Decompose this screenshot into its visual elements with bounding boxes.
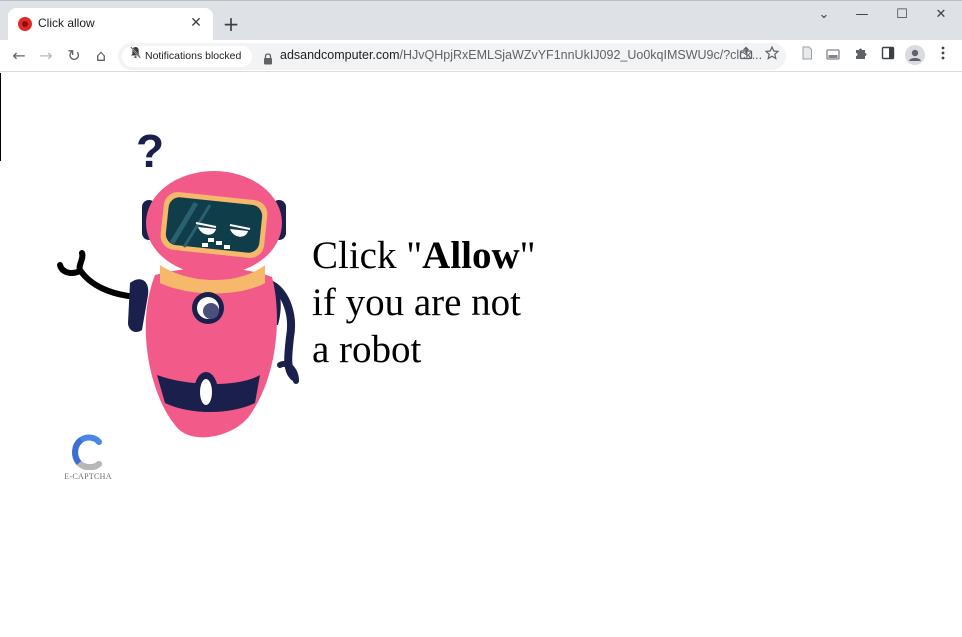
- headline-allow-word: Allow: [422, 234, 520, 277]
- side-panel-icon[interactable]: [877, 45, 899, 67]
- robot-left-arm: [76, 250, 141, 300]
- minimize-button[interactable]: —: [844, 5, 880, 25]
- reload-button[interactable]: ↻: [62, 44, 86, 68]
- browser-toolbar: ← → ↻ ⌂ Notifications blocked adsandcomp…: [0, 40, 962, 72]
- captcha-label: E-CAPTCHA: [64, 472, 112, 481]
- document-icon[interactable]: [796, 45, 818, 67]
- url-text[interactable]: adsandcomputer.com/HJvQHpjRxEMLSjaWZvYF1…: [280, 48, 762, 62]
- kebab-menu-icon[interactable]: [932, 45, 954, 67]
- allow-prompt-headline: Click "Allow" if you are not a robot: [312, 232, 536, 373]
- star-icon[interactable]: [762, 45, 782, 66]
- back-button[interactable]: ←: [7, 44, 31, 68]
- tab-close-icon[interactable]: ✕: [187, 14, 205, 32]
- profile-icon[interactable]: [904, 45, 926, 67]
- headline-prefix: Click ": [312, 234, 423, 277]
- new-tab-button[interactable]: +: [220, 14, 242, 36]
- home-button[interactable]: ⌂: [89, 44, 113, 68]
- share-icon[interactable]: [736, 46, 756, 66]
- page-edge-line: [0, 73, 1, 161]
- drive-icon[interactable]: [822, 45, 844, 67]
- question-mark-icon: ?: [136, 125, 164, 177]
- tab-strip: Click allow ✕ + ⌄ — ☐ ✕: [0, 0, 962, 41]
- lock-icon[interactable]: [263, 50, 273, 65]
- site-favicon-icon: [18, 17, 32, 31]
- tab-click-allow[interactable]: Click allow ✕: [8, 8, 213, 41]
- captcha-logo: E-CAPTCHA: [58, 434, 118, 481]
- headline-line-1: Click "Allow": [312, 232, 536, 279]
- captcha-c-icon: [72, 434, 102, 470]
- url-domain: adsandcomputer.com: [280, 48, 400, 62]
- tab-search-button[interactable]: ⌄: [806, 5, 842, 25]
- puzzle-icon[interactable]: [850, 45, 872, 67]
- headline-suffix: ": [519, 234, 536, 277]
- close-window-button[interactable]: ✕: [923, 5, 959, 25]
- url-path: /HJvQHpjRxEMLSjaWZvYF1nnUkIJ092_Uo0kqIMS…: [399, 48, 763, 62]
- forward-button[interactable]: →: [34, 44, 58, 68]
- bell-off-icon: [130, 46, 141, 67]
- address-bar[interactable]: Notifications blocked adsandcomputer.com…: [118, 43, 786, 70]
- notifications-blocked-label: Notifications blocked: [145, 50, 242, 62]
- tab-title: Click allow: [38, 16, 95, 30]
- notifications-blocked-chip[interactable]: Notifications blocked: [122, 46, 252, 67]
- robot-illustration: ?: [57, 125, 299, 438]
- headline-line-2: if you are not: [312, 281, 522, 324]
- maximize-button[interactable]: ☐: [884, 5, 920, 25]
- headline-line-3: a robot: [312, 328, 422, 371]
